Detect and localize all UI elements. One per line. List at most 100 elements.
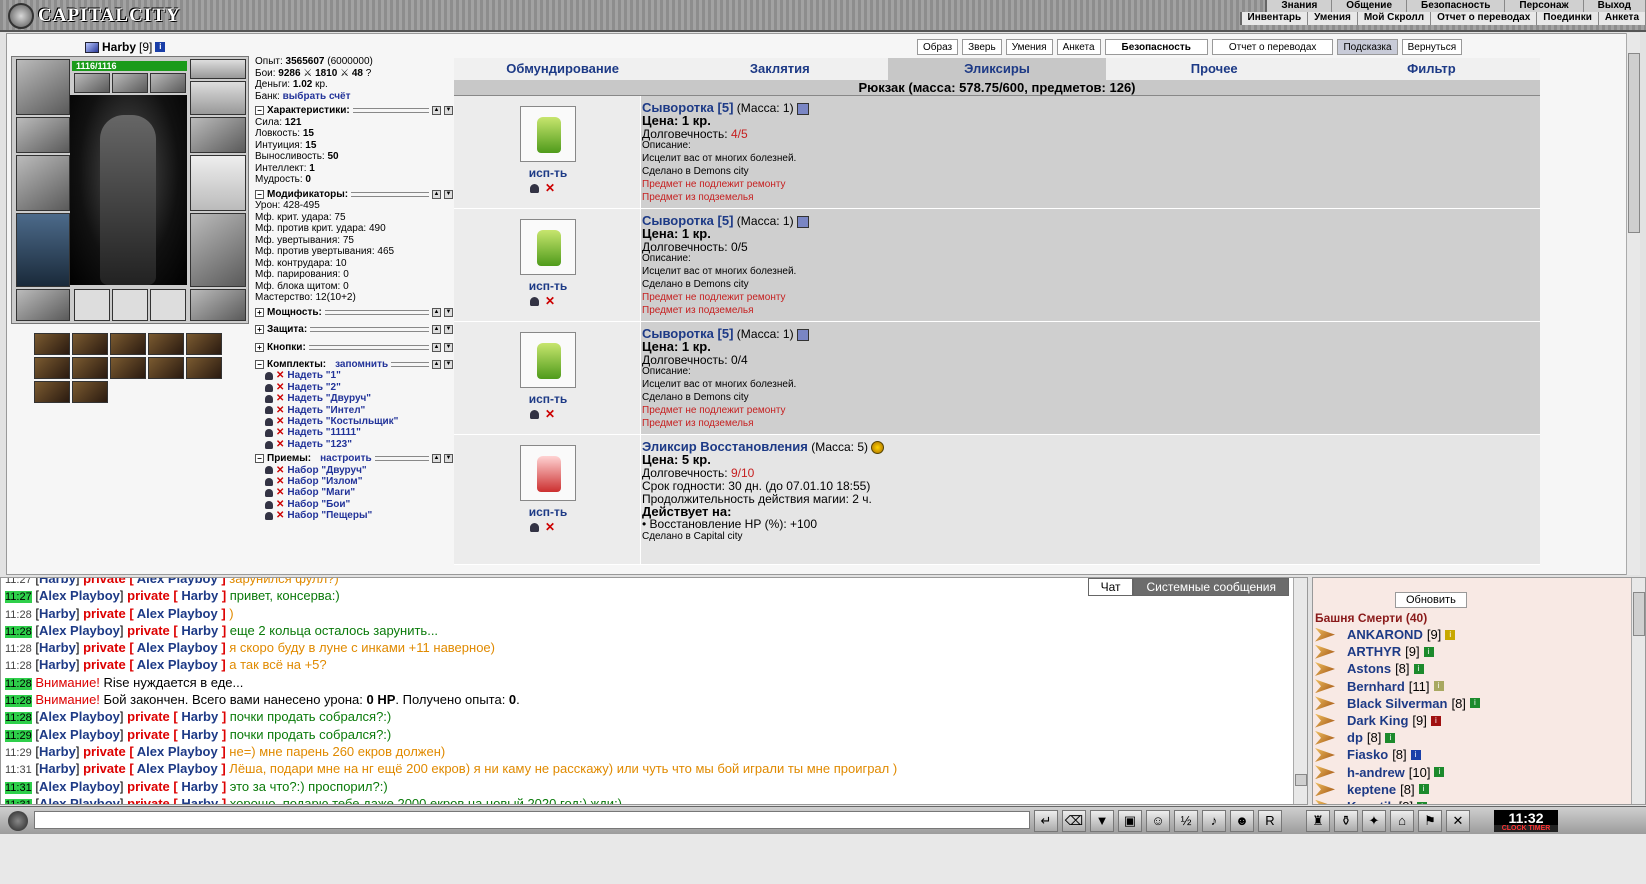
char-name[interactable]: Harby	[102, 40, 136, 54]
attack-icon[interactable]	[1315, 644, 1335, 659]
translit-icon[interactable]: R	[1258, 810, 1282, 832]
set-link[interactable]: Надеть "Костыльщик"	[287, 416, 398, 428]
chat-recipient[interactable]: Harby	[181, 709, 218, 724]
characteristics-header[interactable]: − Характеристики: ▲ ▼	[255, 105, 453, 117]
flag-icon[interactable]: ⚑	[1418, 810, 1442, 832]
legs-slot[interactable]	[190, 213, 246, 287]
player-name[interactable]: ARTHYR	[1347, 643, 1401, 660]
effect-icon[interactable]	[186, 357, 222, 379]
set-link[interactable]: Надеть "Двуруч"	[287, 393, 371, 405]
buttons-header[interactable]: + Кнопки: ▲ ▼	[255, 342, 453, 354]
submenu-item[interactable]: Умения	[1308, 12, 1358, 25]
amulet-slot[interactable]	[74, 73, 110, 93]
player-info-icon[interactable]: i	[1423, 646, 1434, 657]
chat-sender[interactable]: Alex Playboy	[39, 588, 120, 603]
effect-icon[interactable]	[72, 381, 108, 403]
chat-sender[interactable]: Alex Playboy	[39, 796, 120, 804]
image-button[interactable]: Образ	[917, 39, 959, 55]
attack-icon[interactable]	[1315, 679, 1335, 694]
tab-elixirs[interactable]: Эликсиры	[888, 58, 1106, 80]
potion-icon[interactable]	[520, 332, 576, 388]
delete-icon[interactable]: ✕	[545, 181, 555, 195]
player-info-icon[interactable]: i	[1434, 767, 1445, 778]
delete-icon[interactable]: ✕	[276, 499, 284, 511]
menu-item[interactable]: Знания	[1267, 0, 1333, 12]
wear-icon[interactable]	[530, 183, 539, 193]
menu-item[interactable]: Общение	[1332, 0, 1407, 12]
chat-sender[interactable]: Alex Playboy	[39, 779, 120, 794]
delete-icon[interactable]: ✕	[276, 510, 284, 522]
chat-recipient[interactable]: Alex Playboy	[137, 761, 218, 776]
submenu-item[interactable]: Анкета	[1599, 12, 1646, 25]
back-button[interactable]: Вернуться	[1401, 39, 1463, 55]
attack-icon[interactable]	[1315, 627, 1335, 642]
player-info-icon[interactable]: i	[1433, 681, 1444, 692]
delete-icon[interactable]: ✕	[545, 520, 555, 534]
attack-icon[interactable]	[1315, 713, 1335, 728]
info-icon[interactable]: i	[155, 42, 166, 52]
delete-icon[interactable]: ✕	[545, 294, 555, 308]
player-info-icon[interactable]: i	[1418, 784, 1429, 795]
menu-item[interactable]: Персонаж	[1505, 0, 1584, 12]
transfer-report-button[interactable]: Отчет о переводах	[1211, 39, 1334, 55]
bracers-slot[interactable]	[16, 117, 70, 153]
wear-icon[interactable]	[265, 417, 273, 426]
person-icon[interactable]: ☺	[1146, 810, 1170, 832]
delete-icon[interactable]: ✕	[276, 370, 284, 382]
wear-icon[interactable]	[265, 372, 273, 381]
delete-icon[interactable]: ✕	[276, 487, 284, 499]
chat-recipient[interactable]: Harby	[181, 727, 218, 742]
wear-icon[interactable]	[265, 440, 273, 449]
pet-button[interactable]: Зверь	[962, 39, 1002, 55]
potion-icon[interactable]	[520, 219, 576, 275]
defense-header[interactable]: + Защита: ▲ ▼	[255, 324, 453, 336]
weapon-slot[interactable]	[16, 155, 70, 211]
tab-other[interactable]: Прочее	[1105, 58, 1323, 80]
set-link[interactable]: Надеть "11111"	[287, 427, 360, 439]
use-link[interactable]: исп-ть	[516, 166, 580, 180]
effect-icon[interactable]	[148, 357, 184, 379]
potion-icon[interactable]	[520, 445, 576, 501]
player-name[interactable]: Bernhard	[1347, 678, 1405, 695]
set-link[interactable]: Надеть "Интел"	[287, 405, 365, 417]
set-link[interactable]: Надеть "123"	[287, 439, 352, 451]
configure-moves-link[interactable]: настроить	[320, 453, 371, 465]
set-link[interactable]: Набор "Двуруч"	[287, 465, 366, 477]
inventory-scrollbar[interactable]	[1626, 33, 1640, 575]
filter-icon[interactable]: ▼	[1090, 810, 1114, 832]
gloves-slot[interactable]	[190, 117, 246, 153]
chat-recipient[interactable]: Alex Playboy	[137, 640, 218, 655]
smile-icon[interactable]: ☻	[1230, 810, 1254, 832]
send-icon[interactable]: ↵	[1034, 810, 1058, 832]
player-name[interactable]: Black Silverman	[1347, 695, 1447, 712]
half-icon[interactable]: ½	[1174, 810, 1198, 832]
chat-sender[interactable]: Alex Playboy	[39, 709, 120, 724]
wear-icon[interactable]	[265, 429, 273, 438]
effect-icon[interactable]	[34, 381, 70, 403]
sound-icon[interactable]: ♪	[1202, 810, 1226, 832]
attack-icon[interactable]	[1315, 696, 1335, 711]
effect-icon[interactable]	[72, 357, 108, 379]
potion-icon[interactable]	[520, 106, 576, 162]
player-info-icon[interactable]: i	[1430, 715, 1441, 726]
sets-header[interactable]: − Комплекты: запомнить ▲ ▼	[255, 359, 453, 371]
delete-icon[interactable]: ✕	[276, 439, 284, 451]
use-link[interactable]: исп-ть	[516, 279, 580, 293]
player-info-icon[interactable]: i	[1385, 732, 1396, 743]
submenu-item[interactable]: Инвентарь	[1242, 12, 1309, 25]
attack-icon[interactable]	[1315, 730, 1335, 745]
remember-set-link[interactable]: запомнить	[335, 359, 388, 371]
effect-icon[interactable]	[110, 333, 146, 355]
chat-scrollbar[interactable]	[1293, 578, 1307, 804]
chat-sender[interactable]: Harby	[39, 761, 76, 776]
tab-equipment[interactable]: Обмундирование	[454, 58, 672, 80]
player-name[interactable]: ANKAROND	[1347, 626, 1423, 643]
wear-icon[interactable]	[530, 296, 539, 306]
chat-sender[interactable]: Alex Playboy	[39, 623, 120, 638]
boots-slot[interactable]	[190, 289, 246, 321]
scroll-icon[interactable]: ⚱	[1334, 810, 1358, 832]
helmet-slot[interactable]	[16, 59, 70, 115]
chat-mode-icon[interactable]	[8, 811, 28, 831]
tab-system-messages[interactable]: Системные сообщения	[1133, 578, 1289, 596]
moves-header[interactable]: − Приемы: настроить ▲ ▼	[255, 453, 453, 465]
